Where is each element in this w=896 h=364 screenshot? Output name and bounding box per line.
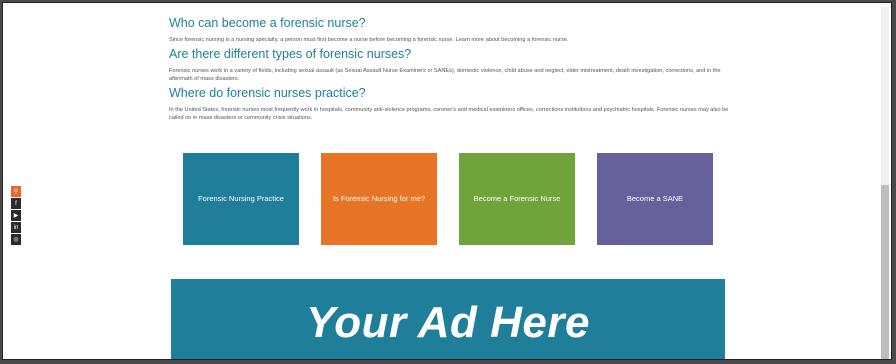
browser-viewport: Who can become a forensic nurse? Since f… bbox=[2, 2, 892, 360]
faq-question-2: Are there different types of forensic nu… bbox=[169, 47, 412, 61]
youtube-icon[interactable]: ▶ bbox=[11, 210, 21, 221]
topic-cards: Forensic Nursing Practice Is Forensic Nu… bbox=[183, 153, 723, 245]
card-forensic-nursing-practice[interactable]: Forensic Nursing Practice bbox=[183, 153, 299, 245]
vertical-scrollbar[interactable] bbox=[881, 7, 889, 359]
faq-answer-1: Since forensic nursing is a nursing spec… bbox=[169, 37, 569, 43]
card-become-a-forensic-nurse[interactable]: Become a Forensic Nurse bbox=[459, 153, 575, 245]
scrollbar-thumb[interactable] bbox=[881, 185, 889, 359]
ad-text: Your Ad Here bbox=[306, 298, 590, 347]
card-become-a-sane[interactable]: Become a SANE bbox=[597, 153, 713, 245]
faq-question-3: Where do forensic nurses practice? bbox=[169, 86, 366, 100]
search-icon[interactable]: ⚲ bbox=[11, 186, 21, 197]
ad-banner[interactable]: Your Ad Here bbox=[171, 279, 725, 359]
faq-section: Who can become a forensic nurse? Since f… bbox=[169, 15, 729, 124]
card-is-forensic-nursing-for-me[interactable]: Is Forensic Nursing for me? bbox=[321, 153, 437, 245]
social-sidebar: ⚲ f ▶ in ◎ bbox=[11, 186, 21, 246]
faq-answer-3: In the United States, forensic nurses mo… bbox=[169, 107, 729, 121]
faq-question-1: Who can become a forensic nurse? bbox=[169, 16, 366, 30]
facebook-icon[interactable]: f bbox=[11, 198, 21, 209]
faq-answer-2: Forensic nurses work in a variety of fie… bbox=[169, 68, 721, 82]
instagram-icon[interactable]: ◎ bbox=[11, 234, 21, 245]
linkedin-icon[interactable]: in bbox=[11, 222, 21, 233]
